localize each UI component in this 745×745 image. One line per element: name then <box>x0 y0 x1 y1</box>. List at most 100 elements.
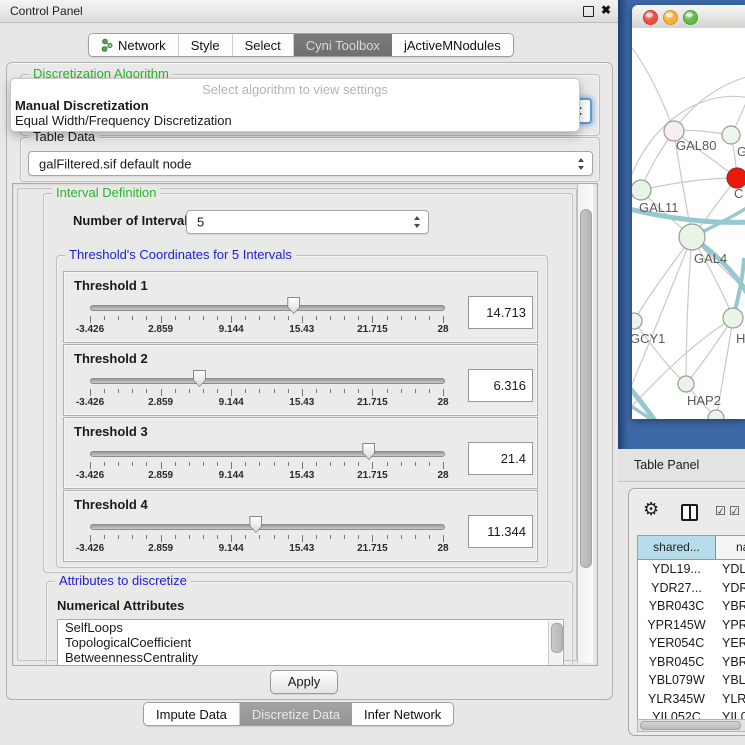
threshold-1-box: Threshold 1-3.4262.8599.14415.4321.71528… <box>63 271 538 343</box>
table-row[interactable]: YDR27...YDR2 <box>638 579 745 598</box>
slider-tick <box>274 316 275 320</box>
cell-shared-name: YPR145W <box>638 616 715 635</box>
attribute-list-item[interactable]: SelfLoops <box>58 620 563 635</box>
slider-track[interactable] <box>90 524 445 530</box>
threshold-label: Threshold 3 <box>74 424 148 439</box>
table-row[interactable]: YBR045CYBR0 <box>638 653 745 672</box>
slider-tick <box>104 316 105 320</box>
slider-tick <box>316 462 317 466</box>
table-panel-header: Table Panel <box>618 449 745 482</box>
slider-tick-label: 21.715 <box>357 397 388 408</box>
checkbox-icon[interactable]: ☑ <box>729 505 740 517</box>
tab-style[interactable]: Style <box>179 34 233 56</box>
scrollbar-thumb[interactable] <box>640 721 741 730</box>
slider-tick <box>344 389 345 393</box>
table-row[interactable]: YLR345WYLR3 <box>638 690 745 709</box>
slider-tick <box>302 535 303 542</box>
scrollbar-thumb[interactable] <box>551 623 563 653</box>
network-node-g[interactable] <box>722 126 740 144</box>
zoom-traffic-light-icon[interactable] <box>683 10 698 25</box>
threshold-value-field[interactable]: 21.4 <box>468 442 533 475</box>
threshold-value-field[interactable]: 14.713 <box>468 296 533 329</box>
column-header-shared-name[interactable]: shared... <box>638 536 716 559</box>
network-edge-highlighted[interactable] <box>632 403 687 419</box>
network-node-hap2[interactable] <box>678 376 694 392</box>
minimize-traffic-light-icon[interactable] <box>663 10 678 25</box>
bottom-tabs: Impute DataDiscretize DataInfer Network <box>143 702 454 726</box>
close-traffic-light-icon[interactable] <box>643 10 658 25</box>
table-data-combobox[interactable]: galFiltered.sif default node <box>28 151 593 176</box>
table-row[interactable]: YBL079WYBL0 <box>638 671 745 690</box>
network-edge[interactable] <box>632 48 674 131</box>
network-node-gal4[interactable] <box>679 224 705 250</box>
slider-tick <box>231 316 232 323</box>
tab-cyni-toolbox[interactable]: Cyni Toolbox <box>294 34 392 56</box>
slider-tick <box>344 462 345 466</box>
slider-tick-label: 21.715 <box>357 324 388 335</box>
checkbox-icon[interactable]: ☑ <box>715 505 726 517</box>
tab-label: jActiveMNodules <box>404 38 501 53</box>
slider-tick <box>274 535 275 539</box>
table-row[interactable]: YDL19...YDL1 <box>638 560 745 579</box>
network-edge[interactable] <box>674 76 745 131</box>
tab-network[interactable]: Network <box>89 34 179 56</box>
table-header-row: shared... na <box>638 536 745 560</box>
attribute-list-item[interactable]: BetweennessCentrality <box>58 650 563 665</box>
close-icon[interactable]: ✖ <box>601 3 611 17</box>
slider-track[interactable] <box>90 305 445 311</box>
column-header-name[interactable]: na <box>716 536 745 559</box>
slider-tick <box>443 389 444 396</box>
network-node-gcy1[interactable] <box>632 313 642 329</box>
tab-select[interactable]: Select <box>233 34 294 56</box>
columns-icon[interactable] <box>681 504 698 521</box>
table-horizontal-scrollbar[interactable] <box>637 719 745 732</box>
network-node-gal11[interactable] <box>632 180 651 200</box>
attribute-list-item[interactable]: TopologicalCoefficient <box>58 635 563 650</box>
apply-button[interactable]: Apply <box>270 670 338 694</box>
popup-option-manual-discretization[interactable]: Manual Discretization <box>15 98 149 113</box>
popup-option-equal-width-frequency[interactable]: Equal Width/Frequency Discretization <box>15 113 232 128</box>
number-of-intervals-combobox[interactable]: 5 <box>186 210 429 234</box>
network-edge[interactable] <box>686 318 733 384</box>
slider-tick <box>259 462 260 466</box>
slider-tick <box>161 389 162 396</box>
network-edge[interactable] <box>686 237 692 384</box>
slider-tick <box>132 462 133 466</box>
network-edge-highlighted[interactable] <box>632 383 674 419</box>
threshold-value-field[interactable]: 11.344 <box>468 515 533 548</box>
tab-jactivemnodules[interactable]: jActiveMNodules <box>392 34 513 56</box>
network-edge[interactable] <box>641 178 737 190</box>
settings-vertical-scrollbar[interactable] <box>577 184 593 663</box>
control-panel: Control Panel ✖ NetworkStyleSelectCyni T… <box>0 0 618 745</box>
bottom-tab-impute-data[interactable]: Impute Data <box>144 703 240 725</box>
slider-tick <box>217 462 218 466</box>
slider-tick <box>372 462 373 469</box>
table-row[interactable]: YPR145WYPR1 <box>638 616 745 635</box>
network-node-h[interactable] <box>723 308 743 328</box>
slider-track[interactable] <box>90 378 445 384</box>
bottom-tab-discretize-data[interactable]: Discretize Data <box>240 703 352 725</box>
slider-thumb[interactable] <box>249 516 262 533</box>
float-window-icon[interactable] <box>583 6 594 17</box>
slider-tick <box>274 462 275 466</box>
control-panel-titlebar: Control Panel ✖ <box>0 0 618 23</box>
network-edge[interactable] <box>692 237 733 318</box>
numerical-attributes-list[interactable]: SelfLoopsTopologicalCoefficientBetweenne… <box>57 619 564 666</box>
threshold-2-box: Threshold 2-3.4262.8599.14415.4321.71528… <box>63 344 538 416</box>
slider-thumb[interactable] <box>287 297 300 314</box>
table-row[interactable]: YER054CYER0 <box>638 634 745 653</box>
scrollbar-thumb[interactable] <box>580 209 592 568</box>
slider-thumb[interactable] <box>362 443 375 460</box>
bottom-tab-infer-network[interactable]: Infer Network <box>352 703 453 725</box>
slider-track[interactable] <box>90 451 445 457</box>
slider-tick <box>330 316 331 320</box>
threshold-value-field[interactable]: 6.316 <box>468 369 533 402</box>
slider-thumb[interactable] <box>193 370 206 387</box>
attributes-list-scrollbar[interactable] <box>548 621 562 665</box>
gear-icon[interactable]: ⚙ <box>643 500 659 518</box>
cell-name: YBR0 <box>722 597 745 616</box>
table-row[interactable]: YBR043CYBR0 <box>638 597 745 616</box>
network-canvas[interactable]: GAL80GCGAL11GAL4GCY1HHAP2 <box>632 28 745 419</box>
slider-tick <box>288 462 289 466</box>
network-node-c[interactable] <box>727 168 745 188</box>
